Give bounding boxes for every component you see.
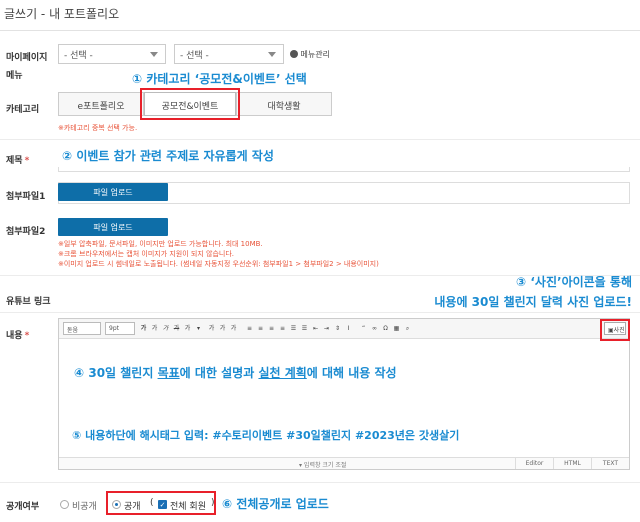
attachment2-label: 첨부파일2 (6, 227, 46, 237)
attachment-notes: ※일부 압축파일, 문서파일, 이미지만 업로드 가능합니다. 최대 10MB.… (58, 240, 379, 268)
subscript-icon[interactable]: 가 (218, 323, 227, 334)
category-tab-college-life[interactable]: 대학생활 (236, 92, 332, 116)
align-right-icon[interactable]: ≡ (267, 323, 276, 334)
mode-tab-html[interactable]: HTML (553, 458, 591, 469)
callout-4: ④ 30일 챌린지 목표에 대한 설명과 실천 계획에 대해 내용 작성 (74, 366, 397, 380)
row-divider (0, 312, 640, 313)
text-block-icon[interactable]: I (344, 323, 353, 334)
callout-6: ⑥ 전체공개로 업로드 (222, 497, 329, 511)
callout-1: ① 카테고리 ‘공모전&이벤트’ 선택 (132, 72, 307, 86)
highlight-box-visibility (106, 491, 216, 515)
page-title: 글쓰기 - 내 포트폴리오 (4, 7, 120, 21)
italic-icon[interactable]: 가 (161, 323, 170, 334)
bold-icon[interactable]: 가 (139, 323, 148, 334)
attachment2-upload-button[interactable]: 파일 업로드 (58, 218, 168, 236)
subject-label: 제목 * (6, 156, 30, 166)
content-editor: 돋움 9pt 가 가 가 가 가 ▾ 가 가 가 ≡ ≡ ≡ ≡ ☰ ☰ ⇤ ⇥… (58, 318, 630, 470)
font-family-select[interactable]: 돋움 (63, 322, 101, 335)
radio-private-label: 비공개 (72, 502, 97, 512)
content-label: 내용 * (6, 331, 30, 341)
category-label: 카테고리 (6, 105, 40, 115)
editor-footer: ▾ 입력창 크기 조절 Editor HTML TEXT (59, 457, 629, 469)
strikethrough-icon[interactable]: 가 (172, 323, 181, 334)
menu-manage-link[interactable]: 메뉴관리 (290, 49, 330, 60)
font-size-select[interactable]: 9pt (105, 322, 135, 335)
category-note: ※카테고리 중복 선택 가능. (58, 124, 138, 132)
link-icon[interactable]: ∞ (370, 323, 379, 334)
ordered-list-icon[interactable]: ☰ (289, 323, 298, 334)
title-divider (0, 30, 640, 31)
line-height-icon[interactable]: ⇕ (333, 323, 342, 334)
indent-icon[interactable]: ⇥ (322, 323, 331, 334)
attachment1-label: 첨부파일1 (6, 192, 46, 202)
outdent-icon[interactable]: ⇤ (311, 323, 320, 334)
resize-handle[interactable]: ▾ 입력창 크기 조절 (299, 460, 346, 469)
gear-icon (290, 50, 298, 58)
attachment1-upload-button[interactable]: 파일 업로드 (58, 183, 168, 201)
align-left-icon[interactable]: ≡ (245, 323, 254, 334)
find-icon[interactable]: ⌕ (403, 323, 412, 334)
mode-tab-editor[interactable]: Editor (515, 458, 553, 469)
category-tab-eportfolio[interactable]: e포트폴리오 (58, 92, 144, 116)
mode-tab-text[interactable]: TEXT (591, 458, 629, 469)
highlight-color-icon[interactable]: ▾ (194, 323, 203, 334)
underline-icon[interactable]: 가 (150, 323, 159, 334)
superscript-icon[interactable]: 가 (207, 323, 216, 334)
editor-toolbar: 돋움 9pt 가 가 가 가 가 ▾ 가 가 가 ≡ ≡ ≡ ≡ ☰ ☰ ⇤ ⇥… (59, 319, 629, 339)
row-divider (0, 482, 640, 483)
align-center-icon[interactable]: ≡ (256, 323, 265, 334)
chevron-down-icon (150, 52, 158, 57)
subject-input[interactable] (58, 146, 630, 168)
highlight-box-category (140, 88, 240, 120)
visibility-label: 공개여부 (6, 502, 40, 512)
align-justify-icon[interactable]: ≡ (278, 323, 287, 334)
mypage-menu-select-2[interactable]: - 선택 - (174, 44, 284, 64)
unordered-list-icon[interactable]: ☰ (300, 323, 309, 334)
chevron-down-icon (268, 52, 276, 57)
font-color-icon[interactable]: 가 (183, 323, 192, 334)
clear-format-icon[interactable]: 가 (229, 323, 238, 334)
table-icon[interactable]: ▦ (392, 323, 401, 334)
highlight-box-photo (600, 319, 630, 341)
quote-icon[interactable]: “ (359, 323, 368, 334)
mypage-menu-label: 마이페이지 메뉴 (6, 53, 48, 81)
callout-5: ⑤ 내용하단에 해시태그 입력: #수토리이벤트 #30일챌린지 #2023년은… (72, 429, 460, 442)
special-char-icon[interactable]: Ω (381, 323, 390, 334)
youtube-link-label: 유튜브 링크 (6, 297, 51, 307)
mypage-menu-select-1[interactable]: - 선택 - (58, 44, 166, 64)
row-divider (0, 139, 640, 140)
youtube-link-input[interactable] (58, 288, 358, 310)
radio-private[interactable] (60, 500, 69, 509)
